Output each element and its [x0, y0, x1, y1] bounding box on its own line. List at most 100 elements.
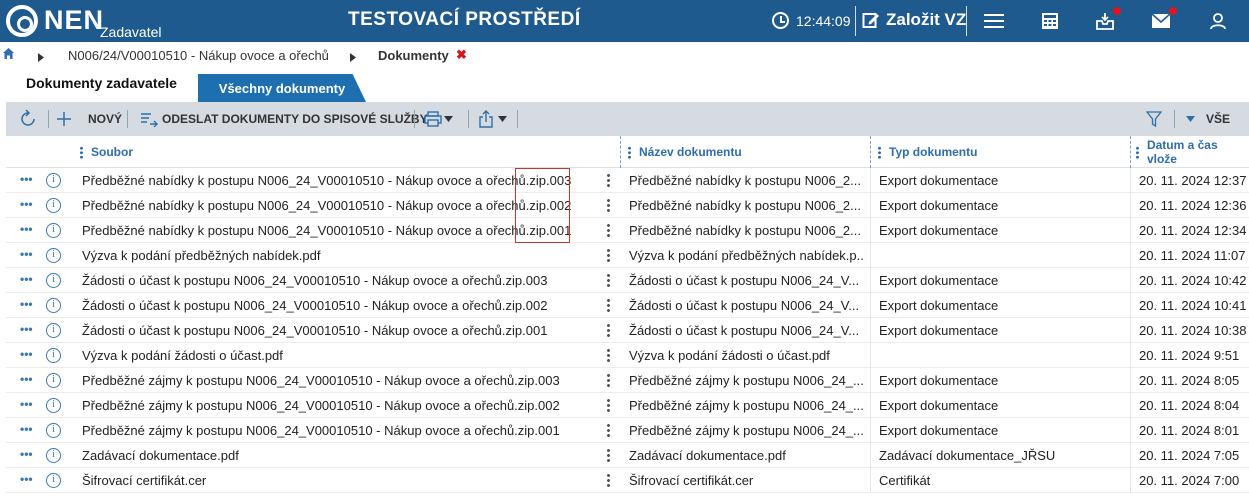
- cell-menu-icon[interactable]: [607, 373, 610, 388]
- filter-select[interactable]: VŠE: [1186, 102, 1230, 136]
- cell-menu-icon[interactable]: [607, 473, 610, 488]
- cell-file[interactable]: Předběžné zájmy k postupu N006_24_V00010…: [82, 393, 602, 418]
- cell-menu-icon[interactable]: [607, 348, 610, 363]
- close-icon[interactable]: ✖: [456, 47, 467, 63]
- notification-dot: [1113, 7, 1121, 15]
- cell-file[interactable]: Výzva k podání předběžných nabídek.pdf: [82, 243, 602, 268]
- cell-divider: [1130, 168, 1131, 193]
- user-button[interactable]: [1206, 10, 1230, 32]
- cell-menu-icon[interactable]: [607, 223, 610, 238]
- table-row[interactable]: ••• i Zadávací dokumentace.pdf Zadávací dok…: [6, 443, 1249, 468]
- print-dropdown[interactable]: [424, 102, 453, 136]
- table-row[interactable]: ••• i Výzva k podání žádosti o účast.pdf Vý…: [6, 343, 1249, 368]
- table-row[interactable]: ••• i Žádosti o účast k postupu N006_24_V0…: [6, 293, 1249, 318]
- breadcrumb-item-documents: Dokumenty: [378, 48, 449, 63]
- cell-file[interactable]: Předběžné nabídky k postupu N006_24_V000…: [82, 193, 602, 218]
- cell-menu-icon[interactable]: [607, 398, 610, 413]
- info-icon[interactable]: i: [46, 398, 61, 413]
- cell-file[interactable]: Výzva k podání žádosti o účast.pdf: [82, 343, 602, 368]
- cell-menu-icon[interactable]: [607, 323, 610, 338]
- row-actions-icon[interactable]: •••: [20, 368, 33, 390]
- calculator-button[interactable]: [1038, 10, 1062, 32]
- column-resizer[interactable]: [1130, 136, 1131, 168]
- info-icon[interactable]: i: [46, 273, 61, 288]
- column-header-soubor[interactable]: Soubor: [80, 136, 133, 168]
- column-header-nazev[interactable]: Název dokumentu: [628, 136, 742, 168]
- send-to-records-button[interactable]: ODESLAT DOKUMENTY DO SPISOVÉ SLUŽBY: [140, 102, 428, 136]
- column-header-typ[interactable]: Typ dokumentu: [878, 136, 977, 168]
- tab-dokumenty-zadavatele[interactable]: Dokumenty zadavatele: [6, 68, 197, 102]
- cell-menu-icon[interactable]: [607, 173, 610, 188]
- logo-text[interactable]: NEN: [44, 5, 104, 36]
- cell-menu-icon[interactable]: [607, 298, 610, 313]
- cell-menu-icon[interactable]: [607, 423, 610, 438]
- cell-divider: [870, 268, 871, 293]
- cell-file[interactable]: Žádosti o účast k postupu N006_24_V00010…: [82, 318, 602, 343]
- refresh-button[interactable]: [18, 102, 38, 136]
- nen-logo-icon[interactable]: [6, 5, 38, 37]
- create-vz-button[interactable]: Založit VZ: [862, 10, 966, 30]
- info-icon[interactable]: i: [46, 198, 61, 213]
- row-actions-icon[interactable]: •••: [20, 193, 33, 215]
- cell-file[interactable]: Šifrovací certifikát.cer: [82, 468, 602, 493]
- cell-menu-icon[interactable]: [607, 273, 610, 288]
- filter-button[interactable]: [1146, 102, 1162, 136]
- table-row[interactable]: ••• i Předběžné zájmy k postupu N006_24_V0…: [6, 393, 1249, 418]
- table-row[interactable]: ••• i Předběžné zájmy k postupu N006_24_V0…: [6, 368, 1249, 393]
- cell-file[interactable]: Předběžné zájmy k postupu N006_24_V00010…: [82, 368, 602, 393]
- table-row[interactable]: ••• i Předběžné nabídky k postupu N006_24_…: [6, 168, 1249, 193]
- home-icon[interactable]: [2, 47, 15, 63]
- info-icon[interactable]: i: [46, 323, 61, 338]
- row-actions-icon[interactable]: •••: [20, 343, 33, 365]
- row-actions-icon[interactable]: •••: [20, 318, 33, 340]
- table-row[interactable]: ••• i Předběžné nabídky k postupu N006_24_…: [6, 218, 1249, 243]
- cell-divider: [1130, 268, 1131, 293]
- row-actions-icon[interactable]: •••: [20, 468, 33, 490]
- info-icon[interactable]: i: [46, 173, 61, 188]
- table-row[interactable]: ••• i Žádosti o účast k postupu N006_24_V0…: [6, 268, 1249, 293]
- info-icon[interactable]: i: [46, 248, 61, 263]
- table-row[interactable]: ••• i Žádosti o účast k postupu N006_24_V0…: [6, 318, 1249, 343]
- cell-file[interactable]: Zadávací dokumentace.pdf: [82, 443, 602, 468]
- row-actions-icon[interactable]: •••: [20, 443, 33, 465]
- cell-menu-icon[interactable]: [607, 198, 610, 213]
- info-icon[interactable]: i: [46, 448, 61, 463]
- cell-file[interactable]: Předběžné nabídky k postupu N006_24_V000…: [82, 168, 602, 193]
- table-row[interactable]: ••• i Šifrovací certifikát.cer Šifrovací ce…: [6, 468, 1249, 493]
- column-resizer[interactable]: [870, 136, 871, 168]
- cell-menu-icon[interactable]: [607, 448, 610, 463]
- row-actions-icon[interactable]: •••: [20, 218, 33, 240]
- row-actions-icon[interactable]: •••: [20, 268, 33, 290]
- table-row[interactable]: ••• i Předběžné nabídky k postupu N006_24_…: [6, 193, 1249, 218]
- info-icon[interactable]: i: [46, 298, 61, 313]
- table-row[interactable]: ••• i Předběžné zájmy k postupu N006_24_V0…: [6, 418, 1249, 443]
- table-row[interactable]: ••• i Výzva k podání předběžných nabídek.p…: [6, 243, 1249, 268]
- mail-button[interactable]: [1149, 7, 1177, 32]
- menu-button[interactable]: [982, 10, 1006, 32]
- export-icon: [479, 110, 493, 128]
- row-actions-icon[interactable]: •••: [20, 243, 33, 265]
- column-resizer[interactable]: [620, 136, 621, 168]
- info-icon[interactable]: i: [46, 223, 61, 238]
- info-icon[interactable]: i: [46, 473, 61, 488]
- info-icon[interactable]: i: [46, 348, 61, 363]
- column-header-datum[interactable]: Datum a čas vlože: [1136, 136, 1249, 168]
- cell-file[interactable]: Žádosti o účast k postupu N006_24_V00010…: [82, 268, 602, 293]
- cell-file[interactable]: Žádosti o účast k postupu N006_24_V00010…: [82, 293, 602, 318]
- new-button[interactable]: NOVÝ: [56, 102, 122, 136]
- breadcrumb-item-procedure[interactable]: N006/24/V00010510 - Nákup ovoce a ořechů: [68, 48, 329, 63]
- cell-file[interactable]: Předběžné nabídky k postupu N006_24_V000…: [82, 218, 602, 243]
- info-icon[interactable]: i: [46, 423, 61, 438]
- inbox-button[interactable]: [1093, 7, 1121, 32]
- tab-vsechny-dokumenty[interactable]: Všechny dokumenty: [198, 74, 366, 102]
- info-icon[interactable]: i: [46, 373, 61, 388]
- row-actions-icon[interactable]: •••: [20, 393, 33, 415]
- cell-menu-icon[interactable]: [607, 248, 610, 263]
- row-actions-icon[interactable]: •••: [20, 293, 33, 315]
- row-actions-icon[interactable]: •••: [20, 418, 33, 440]
- cell-file[interactable]: Předběžné zájmy k postupu N006_24_V00010…: [82, 418, 602, 443]
- cell-date: 20. 11. 2024 8:05: [1139, 373, 1240, 388]
- export-dropdown[interactable]: [478, 102, 507, 136]
- cell-document-name: Předběžné nabídky k postupu N006_2...: [629, 223, 861, 238]
- row-actions-icon[interactable]: •••: [20, 168, 33, 190]
